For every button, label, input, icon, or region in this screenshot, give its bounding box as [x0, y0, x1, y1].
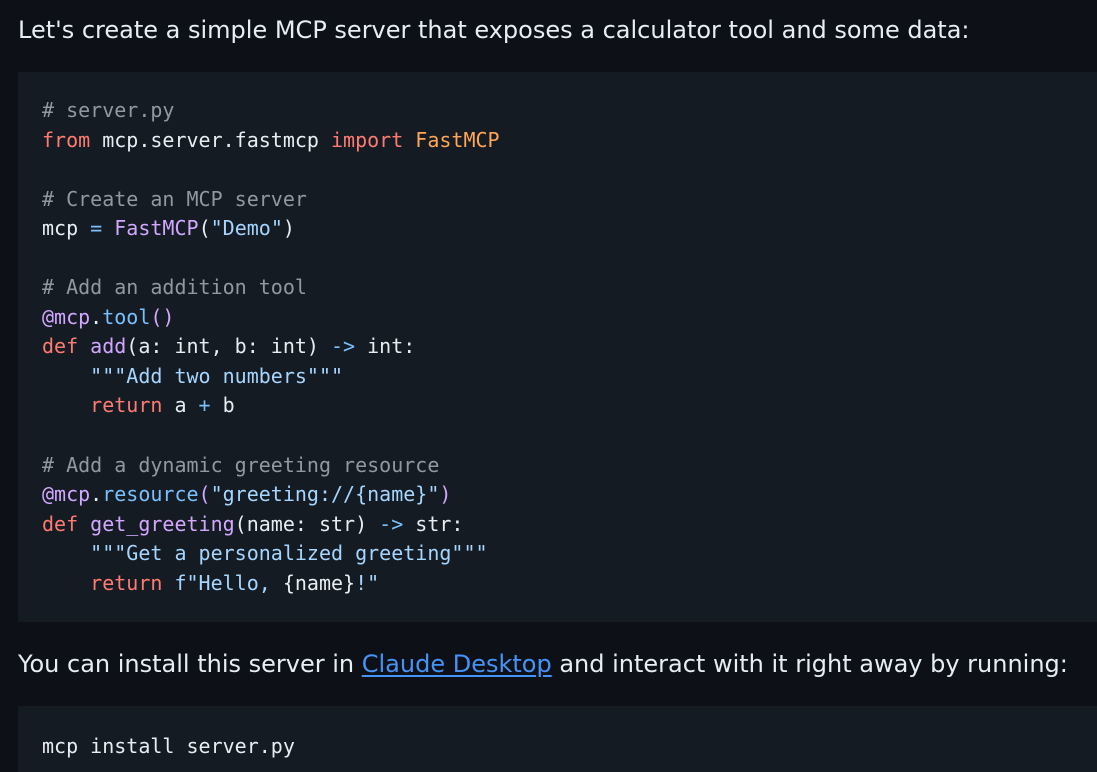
- code-token: # server.py: [42, 98, 175, 122]
- code-token: "Demo": [210, 216, 283, 241]
- code-token: f"Hello,: [174, 570, 283, 595]
- code-token: mcp.server.fastmcp: [90, 127, 331, 152]
- code-token: ->: [379, 511, 404, 536]
- code-token: tool: [102, 304, 151, 329]
- code-line: return f"Hello, {name}!": [42, 571, 379, 595]
- install-paragraph: You can install this server in Claude De…: [18, 648, 1068, 680]
- code-token: .: [90, 304, 103, 329]
- code-token: int:: [355, 334, 416, 359]
- code-line: # server.py: [42, 98, 174, 122]
- code-line: # Add a dynamic greeting resource: [42, 453, 439, 477]
- code-token: str:: [403, 511, 464, 536]
- code-token: (: [198, 482, 211, 507]
- install-text-before: You can install this server in: [18, 650, 362, 678]
- code-token: ->: [331, 334, 356, 359]
- code-line: @mcp.resource("greeting://{name}"): [42, 482, 451, 506]
- command-text[interactable]: mcp install server.py: [42, 732, 1097, 762]
- code-token: resource: [102, 482, 199, 507]
- code-block-server[interactable]: # server.py from mcp.server.fastmcp impo…: [18, 72, 1097, 622]
- code-token: import: [331, 127, 404, 152]
- code-token: (name: str): [234, 511, 380, 536]
- code-token: (): [150, 304, 175, 329]
- code-token: return: [90, 393, 163, 418]
- code-token: a: [162, 393, 199, 418]
- code-token: # Add an addition tool: [42, 275, 307, 300]
- code-line: mcp = FastMCP("Demo"): [42, 216, 295, 240]
- code-token: # Add a dynamic greeting resource: [42, 452, 440, 477]
- install-text-after: and interact with it right away by runni…: [551, 650, 1068, 678]
- code-token: get_greeting: [90, 511, 235, 536]
- code-token: def: [42, 511, 79, 536]
- code-token: !": [355, 570, 380, 595]
- code-token: def: [42, 334, 79, 359]
- readme-page: Let's create a simple MCP server that ex…: [0, 0, 1097, 772]
- code-token: (a: int, b: int): [126, 334, 331, 359]
- code-line: # Create an MCP server: [42, 187, 307, 211]
- code-line: return a + b: [42, 393, 235, 417]
- code-content[interactable]: # server.py from mcp.server.fastmcp impo…: [42, 96, 1097, 598]
- code-token: return: [90, 570, 163, 595]
- code-token: ): [439, 482, 452, 507]
- code-line: def get_greeting(name: str) -> str:: [42, 512, 463, 536]
- code-token: mcp: [42, 216, 91, 241]
- claude-desktop-link[interactable]: Claude Desktop: [362, 650, 552, 678]
- code-line: from mcp.server.fastmcp import FastMCP: [42, 128, 500, 152]
- code-line: # Add an addition tool: [42, 275, 307, 299]
- code-token: """Get a personalized greeting""": [90, 541, 488, 566]
- code-token: @mcp: [42, 482, 91, 507]
- code-token: .: [90, 482, 103, 507]
- code-token: b: [210, 393, 235, 418]
- code-block-command[interactable]: mcp install server.py: [18, 706, 1097, 772]
- code-token: FastMCP: [415, 127, 500, 152]
- code-line: def add(a: int, b: int) -> int:: [42, 334, 415, 358]
- code-token: "greeting://{name}": [210, 482, 440, 507]
- intro-paragraph: Let's create a simple MCP server that ex…: [18, 16, 970, 44]
- code-token: # Create an MCP server: [42, 186, 307, 211]
- code-token: """Add two numbers""": [90, 363, 344, 388]
- code-token: add: [90, 334, 127, 359]
- code-token: =: [90, 216, 103, 241]
- code-token: {name}: [282, 570, 356, 595]
- code-token: @mcp: [42, 304, 91, 329]
- code-token: ): [282, 216, 295, 241]
- code-token: +: [198, 393, 211, 418]
- code-token: FastMCP: [114, 216, 199, 241]
- code-token: from: [42, 127, 91, 152]
- code-line: """Add two numbers""": [42, 364, 343, 388]
- code-line: """Get a personalized greeting""": [42, 541, 488, 566]
- code-token: (: [198, 216, 211, 241]
- code-line: @mcp.tool(): [42, 305, 174, 329]
